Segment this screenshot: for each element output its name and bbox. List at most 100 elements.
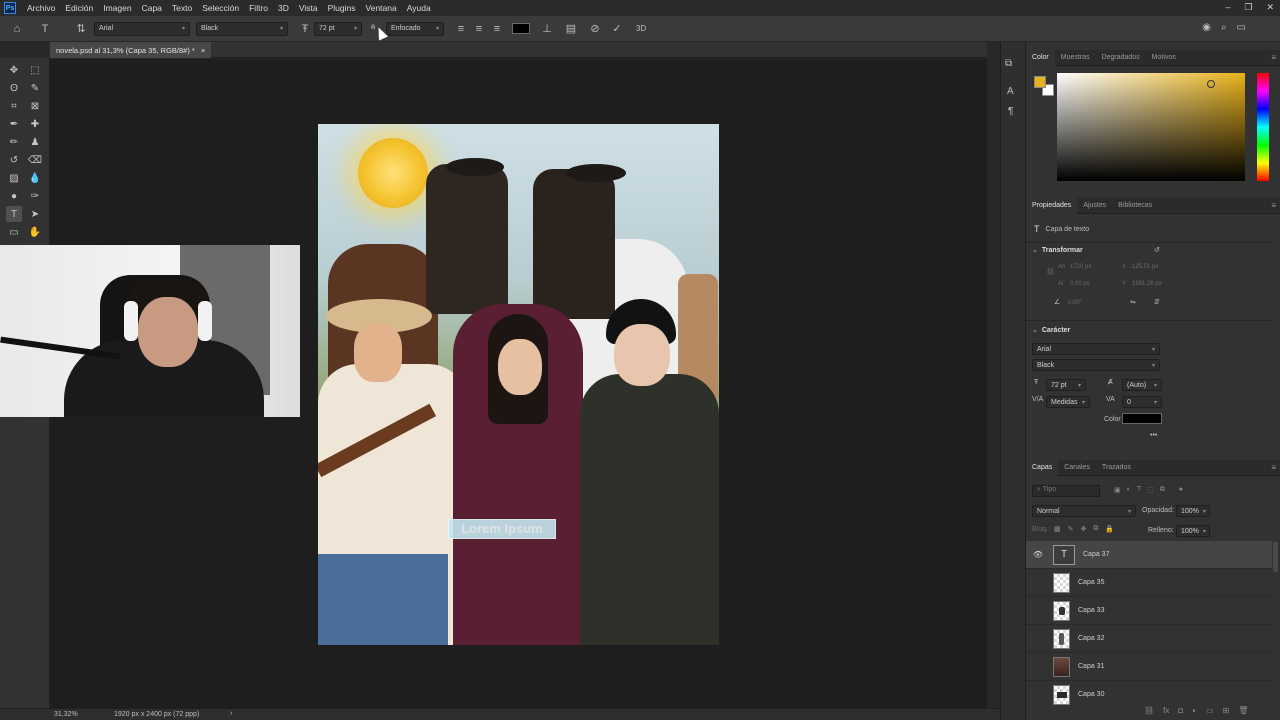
props-font-size-select[interactable]: 72 pt ▾: [1046, 379, 1086, 391]
menu-seleccion[interactable]: Selección: [197, 3, 244, 13]
frame-tool-icon[interactable]: ⊠: [27, 98, 43, 114]
props-font-family-select[interactable]: Arial ▾: [1032, 343, 1160, 355]
transform-height-value[interactable]: 0,00 px: [1070, 281, 1090, 287]
paragraph-panel-icon[interactable]: ¶: [1008, 106, 1013, 117]
lock-artboard-icon[interactable]: ⧉: [1093, 525, 1098, 533]
tab-degradados[interactable]: Degradados: [1096, 50, 1146, 66]
workspace-icon[interactable]: ▭: [1237, 22, 1246, 33]
filter-smart-object-icon[interactable]: ⧉: [1160, 486, 1165, 494]
layers-scrollbar[interactable]: [1273, 542, 1278, 572]
fill-input[interactable]: 100% ▾: [1176, 525, 1210, 537]
lock-transparency-icon[interactable]: ▦: [1054, 525, 1061, 533]
transform-header[interactable]: ⌄ Transformar: [1032, 246, 1083, 255]
path-selection-tool-icon[interactable]: ➤: [27, 206, 43, 222]
crop-tool-icon[interactable]: ⌗: [6, 98, 22, 114]
lock-pixels-icon[interactable]: ✎: [1068, 525, 1074, 533]
tab-muestras[interactable]: Muestras: [1055, 50, 1096, 66]
font-style-select[interactable]: Black ▾: [196, 21, 288, 36]
layer-row-capa-37[interactable]: 👁 T Capa 37: [1026, 541, 1272, 569]
quick-selection-tool-icon[interactable]: ✎: [27, 80, 43, 96]
opacity-input[interactable]: 100% ▾: [1176, 505, 1210, 517]
transform-x-value[interactable]: 125,51 px: [1132, 264, 1158, 270]
eyedropper-tool-icon[interactable]: ✒: [6, 116, 22, 132]
filter-type-icon[interactable]: T: [1137, 486, 1141, 494]
lasso-tool-icon[interactable]: ʘ: [6, 80, 22, 96]
link-layers-icon[interactable]: ⛓: [1144, 706, 1154, 715]
font-family-select[interactable]: Arial ▾: [94, 21, 190, 36]
new-layer-icon[interactable]: ⊞: [1223, 706, 1230, 715]
filter-toggle-icon[interactable]: ●: [1179, 486, 1183, 494]
menu-edicion[interactable]: Edición: [60, 3, 98, 13]
menu-capa[interactable]: Capa: [137, 3, 167, 13]
align-center-icon[interactable]: ≡: [470, 20, 488, 38]
zoom-level[interactable]: 31,32%: [54, 711, 78, 718]
dodge-tool-icon[interactable]: ●: [6, 188, 22, 204]
text-layer-box[interactable]: Lorem Ipsum: [448, 519, 556, 539]
panel-menu-icon[interactable]: ≡: [1271, 201, 1276, 210]
more-options-icon[interactable]: •••: [1150, 432, 1157, 439]
antialias-select[interactable]: Enfocado ▾: [386, 21, 444, 36]
flip-vertical-icon[interactable]: ⇵: [1154, 298, 1160, 306]
menu-texto[interactable]: Texto: [167, 3, 197, 13]
layer-row-capa-32[interactable]: Capa 32: [1026, 625, 1272, 653]
tab-color[interactable]: Color: [1026, 49, 1055, 66]
type-tool-icon[interactable]: T: [6, 206, 22, 222]
home-icon[interactable]: ⌂: [8, 20, 26, 38]
panel-menu-icon[interactable]: ≡: [1271, 463, 1276, 472]
color-picker-field[interactable]: [1057, 73, 1245, 181]
character-panel-icon[interactable]: ▤: [562, 20, 580, 38]
rectangle-tool-icon[interactable]: ▭: [6, 224, 22, 240]
color-picker-cursor[interactable]: [1207, 80, 1215, 88]
delete-layer-icon[interactable]: 🗑: [1238, 706, 1248, 715]
layer-row-capa-35[interactable]: Capa 35: [1026, 569, 1272, 597]
reset-transform-icon[interactable]: ↺: [1154, 246, 1160, 254]
visibility-eye-icon[interactable]: 👁: [1031, 550, 1045, 559]
minimize-icon[interactable]: –: [1225, 2, 1230, 13]
tab-ajustes[interactable]: Ajustes: [1077, 198, 1112, 214]
link-icon[interactable]: ⛓: [1046, 268, 1055, 276]
tracking-select[interactable]: 0 ▾: [1122, 396, 1162, 408]
menu-plugins[interactable]: Plugins: [323, 3, 361, 13]
move-tool-icon[interactable]: ✥: [6, 62, 22, 78]
menu-vista[interactable]: Vista: [294, 3, 323, 13]
character-panel-icon[interactable]: A: [1007, 86, 1014, 97]
clone-stamp-tool-icon[interactable]: ♟: [27, 134, 43, 150]
search-icon[interactable]: ⌕: [1221, 22, 1227, 33]
eraser-tool-icon[interactable]: ⌫: [27, 152, 43, 168]
transform-angle-value[interactable]: 0,00°: [1068, 300, 1082, 306]
3d-icon[interactable]: 3D: [632, 20, 650, 38]
menu-ventana[interactable]: Ventana: [361, 3, 402, 13]
pen-tool-icon[interactable]: ✑: [27, 188, 43, 204]
filter-shape-icon[interactable]: ⬚: [1147, 486, 1154, 494]
layer-row-capa-30[interactable]: Capa 30: [1026, 681, 1272, 706]
commit-edit-icon[interactable]: ✓: [608, 20, 626, 38]
align-right-icon[interactable]: ≡: [488, 20, 506, 38]
leading-select[interactable]: (Auto) ▾: [1122, 379, 1162, 391]
character-header[interactable]: ⌄ Carácter: [1032, 326, 1070, 335]
flip-horizontal-icon[interactable]: ⇋: [1130, 298, 1136, 306]
layer-row-capa-31[interactable]: Capa 31: [1026, 653, 1272, 681]
warp-text-icon[interactable]: ⊥: [538, 20, 556, 38]
lock-all-icon[interactable]: 🔒: [1105, 525, 1114, 533]
cancel-edit-icon[interactable]: ⊘: [586, 20, 604, 38]
layer-row-capa-33[interactable]: Capa 33: [1026, 597, 1272, 625]
new-group-icon[interactable]: ▭: [1206, 706, 1214, 715]
transform-y-value[interactable]: 1881,26 px: [1132, 281, 1162, 287]
blend-mode-select[interactable]: Normal ▾: [1032, 505, 1136, 517]
tab-capas[interactable]: Capas: [1026, 459, 1059, 476]
tab-motivos[interactable]: Motivos: [1146, 50, 1182, 66]
close-icon[interactable]: ✕: [1266, 2, 1274, 13]
menu-imagen[interactable]: Imagen: [98, 3, 136, 13]
history-panel-icon[interactable]: ⧉: [1005, 58, 1012, 69]
text-orientation-icon[interactable]: ⇅: [72, 20, 90, 38]
panel-menu-icon[interactable]: ≡: [1271, 53, 1276, 62]
blur-tool-icon[interactable]: 💧: [27, 170, 43, 186]
transform-width-value[interactable]: 1720 px: [1070, 264, 1091, 270]
close-tab-icon[interactable]: ×: [201, 46, 205, 55]
menu-filtro[interactable]: Filtro: [244, 3, 273, 13]
filter-pixel-icon[interactable]: ▣: [1114, 486, 1121, 494]
tab-trazados[interactable]: Trazados: [1096, 460, 1137, 476]
tab-canales[interactable]: Canales: [1058, 460, 1096, 476]
foreground-color-swatch[interactable]: [1034, 76, 1046, 88]
document-canvas[interactable]: Lorem Ipsum: [318, 124, 719, 645]
